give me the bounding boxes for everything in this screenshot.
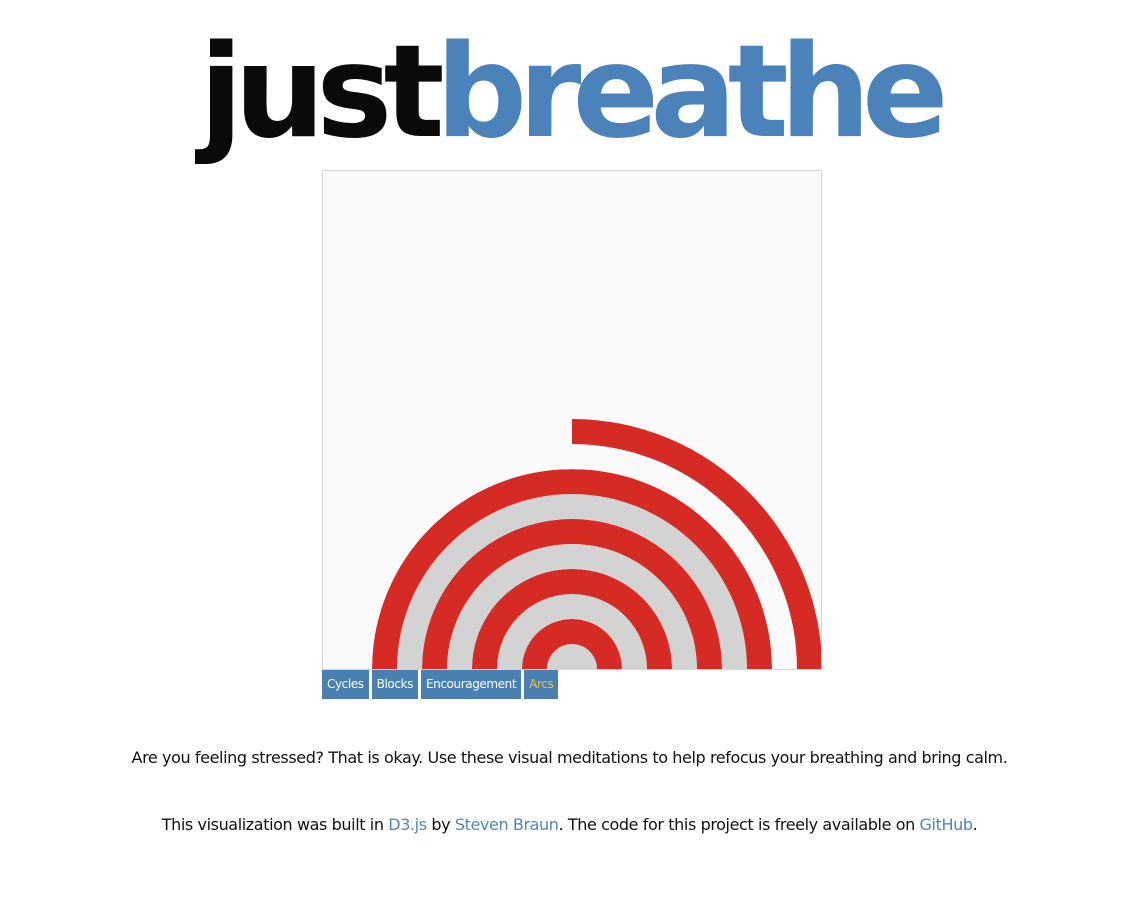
credits-middle: . The code for this project is freely av… [558, 815, 920, 834]
author-link[interactable]: Steven Braun [455, 815, 559, 834]
tab-arcs[interactable]: Arcs [524, 670, 559, 699]
github-link[interactable]: GitHub [920, 815, 973, 834]
credits-prefix: This visualization was built in [161, 815, 389, 834]
intro-text: Are you feeling stressed? That is okay. … [131, 748, 1008, 767]
tab-encouragement[interactable]: Encouragement [420, 670, 522, 699]
site-logo: justbreathe [0, 18, 1139, 168]
credits-text: This visualization was built in D3.js by… [0, 815, 1139, 834]
page: justbreathe Cycles Blocks Encouragement … [0, 0, 1139, 906]
tab-cycles[interactable]: Cycles [322, 670, 369, 699]
logo-just: just [199, 18, 444, 167]
logo-breathe: breathe [435, 18, 949, 167]
d3-link[interactable]: D3.js [388, 815, 427, 834]
breathing-visualization [322, 170, 822, 670]
arcs-canvas [347, 419, 821, 669]
credits-by: by [426, 815, 455, 834]
credits-suffix: . [972, 815, 978, 834]
tab-blocks[interactable]: Blocks [371, 670, 418, 699]
visualization-tabs: Cycles Blocks Encouragement Arcs [322, 670, 559, 699]
